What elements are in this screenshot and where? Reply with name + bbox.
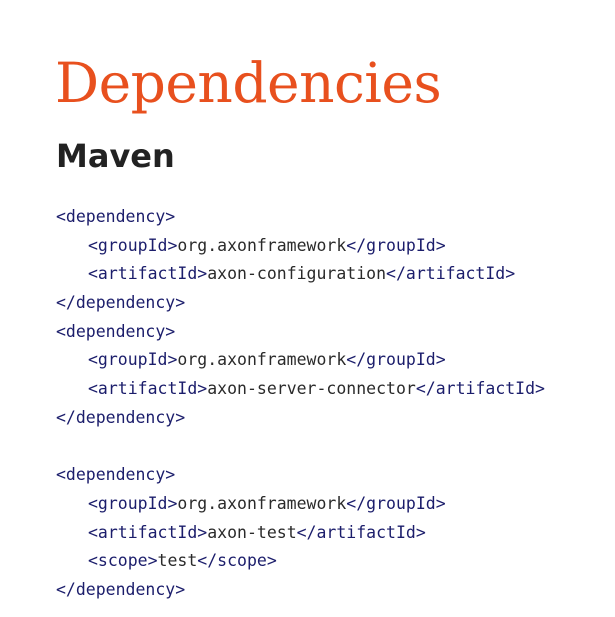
- code-value: org.axonframework: [177, 350, 347, 370]
- code-line: <scope>test</scope>: [56, 547, 545, 576]
- code-tag-close: </artifactId>: [386, 264, 516, 284]
- code-tag-close: </groupId>: [346, 235, 446, 255]
- code-value: test: [157, 551, 198, 571]
- code-line: <groupId>org.axonframework</groupId>: [56, 232, 545, 261]
- code-tag-open: <dependency>: [56, 207, 176, 226]
- code-value: org.axonframework: [177, 493, 347, 513]
- code-line: </dependency>: [56, 404, 545, 433]
- code-line: <dependency>: [56, 203, 545, 232]
- code-line: <groupId>org.axonframework</groupId>: [56, 346, 545, 375]
- code-value: axon-test: [207, 522, 297, 542]
- code-line: <dependency>: [56, 318, 545, 347]
- code-tag-open: <dependency>: [56, 465, 176, 485]
- code-tag-close: </groupId>: [346, 493, 446, 513]
- slide: Dependencies Maven <dependency> <groupId>…: [0, 0, 615, 617]
- code-tag-open: <groupId>: [88, 350, 178, 370]
- code-line: <artifactId>axon-test</artifactId>: [56, 519, 545, 548]
- section-subtitle: Maven: [56, 137, 175, 175]
- code-value: axon-configuration: [207, 264, 387, 284]
- code-value: axon-server-connector: [207, 379, 416, 399]
- code-tag-open: <groupId>: [88, 235, 178, 255]
- code-value: org.axonframework: [177, 235, 347, 255]
- code-tag-open: <scope>: [88, 551, 158, 571]
- code-tag-open: </dependency>: [56, 579, 186, 599]
- code-tag-open: <artifactId>: [88, 522, 208, 542]
- code-tag-close: </groupId>: [346, 350, 446, 370]
- code-tag-open: </dependency>: [56, 293, 186, 313]
- code-line: <artifactId>axon-configuration</artifact…: [56, 260, 545, 289]
- code-tag-open: </dependency>: [56, 407, 186, 427]
- code-tag-open: <artifactId>: [88, 264, 208, 284]
- code-line: </dependency>: [56, 289, 545, 318]
- code-tag-close: </scope>: [197, 551, 277, 571]
- code-line: <dependency>: [56, 461, 545, 490]
- code-tag-close: </artifactId>: [415, 379, 545, 399]
- code-tag-open: <dependency>: [56, 321, 176, 341]
- code-line: </dependency>: [56, 576, 545, 605]
- code-tag-open: <artifactId>: [88, 379, 208, 399]
- code-tag-open: <groupId>: [88, 493, 178, 513]
- code-line: <artifactId>axon-server-connector</artif…: [56, 375, 545, 404]
- code-tag-close: </artifactId>: [296, 522, 426, 542]
- code-line: <groupId>org.axonframework</groupId>: [56, 490, 545, 519]
- page-title: Dependencies: [55, 51, 442, 115]
- code-block: <dependency> <groupId>org.axonframework</…: [56, 203, 545, 605]
